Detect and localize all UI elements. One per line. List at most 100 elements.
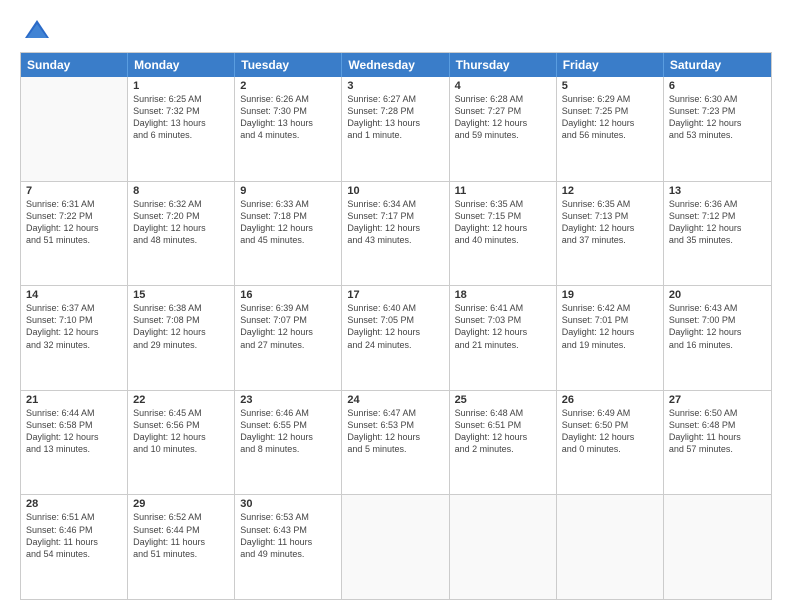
cell-info: Sunrise: 6:30 AM Sunset: 7:23 PM Dayligh…	[669, 93, 766, 142]
cell-date: 14	[26, 289, 122, 301]
calendar-cell	[664, 495, 771, 599]
cell-date: 2	[240, 80, 336, 92]
cell-info: Sunrise: 6:51 AM Sunset: 6:46 PM Dayligh…	[26, 511, 122, 560]
calendar-cell: 27Sunrise: 6:50 AM Sunset: 6:48 PM Dayli…	[664, 391, 771, 495]
calendar-cell	[342, 495, 449, 599]
calendar-cell: 10Sunrise: 6:34 AM Sunset: 7:17 PM Dayli…	[342, 182, 449, 286]
cell-date: 12	[562, 185, 658, 197]
cell-date: 6	[669, 80, 766, 92]
calendar-cell: 8Sunrise: 6:32 AM Sunset: 7:20 PM Daylig…	[128, 182, 235, 286]
cell-info: Sunrise: 6:49 AM Sunset: 6:50 PM Dayligh…	[562, 407, 658, 456]
calendar-cell: 23Sunrise: 6:46 AM Sunset: 6:55 PM Dayli…	[235, 391, 342, 495]
calendar-cell	[21, 77, 128, 181]
cell-info: Sunrise: 6:35 AM Sunset: 7:13 PM Dayligh…	[562, 198, 658, 247]
cell-info: Sunrise: 6:45 AM Sunset: 6:56 PM Dayligh…	[133, 407, 229, 456]
header-day-monday: Monday	[128, 53, 235, 77]
cell-info: Sunrise: 6:31 AM Sunset: 7:22 PM Dayligh…	[26, 198, 122, 247]
calendar-cell	[450, 495, 557, 599]
logo-icon	[23, 16, 51, 44]
calendar-cell: 6Sunrise: 6:30 AM Sunset: 7:23 PM Daylig…	[664, 77, 771, 181]
calendar-cell: 14Sunrise: 6:37 AM Sunset: 7:10 PM Dayli…	[21, 286, 128, 390]
cell-date: 21	[26, 394, 122, 406]
calendar-cell: 18Sunrise: 6:41 AM Sunset: 7:03 PM Dayli…	[450, 286, 557, 390]
calendar-cell: 21Sunrise: 6:44 AM Sunset: 6:58 PM Dayli…	[21, 391, 128, 495]
cell-date: 3	[347, 80, 443, 92]
calendar-cell	[557, 495, 664, 599]
calendar-cell: 25Sunrise: 6:48 AM Sunset: 6:51 PM Dayli…	[450, 391, 557, 495]
cell-date: 8	[133, 185, 229, 197]
calendar-cell: 7Sunrise: 6:31 AM Sunset: 7:22 PM Daylig…	[21, 182, 128, 286]
cell-date: 5	[562, 80, 658, 92]
cell-date: 29	[133, 498, 229, 510]
calendar-cell: 16Sunrise: 6:39 AM Sunset: 7:07 PM Dayli…	[235, 286, 342, 390]
header-day-wednesday: Wednesday	[342, 53, 449, 77]
cell-date: 11	[455, 185, 551, 197]
calendar-row-2: 7Sunrise: 6:31 AM Sunset: 7:22 PM Daylig…	[21, 182, 771, 287]
calendar-cell: 9Sunrise: 6:33 AM Sunset: 7:18 PM Daylig…	[235, 182, 342, 286]
calendar-row-4: 21Sunrise: 6:44 AM Sunset: 6:58 PM Dayli…	[21, 391, 771, 496]
calendar-row-5: 28Sunrise: 6:51 AM Sunset: 6:46 PM Dayli…	[21, 495, 771, 599]
calendar-cell: 17Sunrise: 6:40 AM Sunset: 7:05 PM Dayli…	[342, 286, 449, 390]
cell-date: 23	[240, 394, 336, 406]
calendar-cell: 2Sunrise: 6:26 AM Sunset: 7:30 PM Daylig…	[235, 77, 342, 181]
cell-info: Sunrise: 6:33 AM Sunset: 7:18 PM Dayligh…	[240, 198, 336, 247]
cell-info: Sunrise: 6:27 AM Sunset: 7:28 PM Dayligh…	[347, 93, 443, 142]
cell-info: Sunrise: 6:52 AM Sunset: 6:44 PM Dayligh…	[133, 511, 229, 560]
cell-date: 7	[26, 185, 122, 197]
cell-info: Sunrise: 6:41 AM Sunset: 7:03 PM Dayligh…	[455, 302, 551, 351]
calendar-cell: 19Sunrise: 6:42 AM Sunset: 7:01 PM Dayli…	[557, 286, 664, 390]
header-day-sunday: Sunday	[21, 53, 128, 77]
cell-date: 4	[455, 80, 551, 92]
cell-date: 24	[347, 394, 443, 406]
calendar-cell: 26Sunrise: 6:49 AM Sunset: 6:50 PM Dayli…	[557, 391, 664, 495]
cell-date: 15	[133, 289, 229, 301]
cell-info: Sunrise: 6:35 AM Sunset: 7:15 PM Dayligh…	[455, 198, 551, 247]
calendar-cell: 29Sunrise: 6:52 AM Sunset: 6:44 PM Dayli…	[128, 495, 235, 599]
calendar-cell: 5Sunrise: 6:29 AM Sunset: 7:25 PM Daylig…	[557, 77, 664, 181]
cell-date: 20	[669, 289, 766, 301]
cell-date: 17	[347, 289, 443, 301]
cell-info: Sunrise: 6:46 AM Sunset: 6:55 PM Dayligh…	[240, 407, 336, 456]
calendar: SundayMondayTuesdayWednesdayThursdayFrid…	[20, 52, 772, 600]
calendar-body: 1Sunrise: 6:25 AM Sunset: 7:32 PM Daylig…	[21, 77, 771, 599]
calendar-cell: 11Sunrise: 6:35 AM Sunset: 7:15 PM Dayli…	[450, 182, 557, 286]
cell-info: Sunrise: 6:25 AM Sunset: 7:32 PM Dayligh…	[133, 93, 229, 142]
cell-info: Sunrise: 6:36 AM Sunset: 7:12 PM Dayligh…	[669, 198, 766, 247]
cell-info: Sunrise: 6:38 AM Sunset: 7:08 PM Dayligh…	[133, 302, 229, 351]
cell-info: Sunrise: 6:34 AM Sunset: 7:17 PM Dayligh…	[347, 198, 443, 247]
cell-info: Sunrise: 6:40 AM Sunset: 7:05 PM Dayligh…	[347, 302, 443, 351]
cell-info: Sunrise: 6:50 AM Sunset: 6:48 PM Dayligh…	[669, 407, 766, 456]
calendar-cell: 3Sunrise: 6:27 AM Sunset: 7:28 PM Daylig…	[342, 77, 449, 181]
calendar-cell: 12Sunrise: 6:35 AM Sunset: 7:13 PM Dayli…	[557, 182, 664, 286]
header-day-saturday: Saturday	[664, 53, 771, 77]
cell-info: Sunrise: 6:28 AM Sunset: 7:27 PM Dayligh…	[455, 93, 551, 142]
calendar-cell: 1Sunrise: 6:25 AM Sunset: 7:32 PM Daylig…	[128, 77, 235, 181]
logo	[20, 18, 51, 44]
cell-info: Sunrise: 6:44 AM Sunset: 6:58 PM Dayligh…	[26, 407, 122, 456]
calendar-row-1: 1Sunrise: 6:25 AM Sunset: 7:32 PM Daylig…	[21, 77, 771, 182]
header	[20, 18, 772, 44]
page: SundayMondayTuesdayWednesdayThursdayFrid…	[0, 0, 792, 612]
cell-date: 26	[562, 394, 658, 406]
cell-date: 27	[669, 394, 766, 406]
header-day-tuesday: Tuesday	[235, 53, 342, 77]
calendar-cell: 22Sunrise: 6:45 AM Sunset: 6:56 PM Dayli…	[128, 391, 235, 495]
calendar-cell: 13Sunrise: 6:36 AM Sunset: 7:12 PM Dayli…	[664, 182, 771, 286]
cell-date: 30	[240, 498, 336, 510]
calendar-cell: 15Sunrise: 6:38 AM Sunset: 7:08 PM Dayli…	[128, 286, 235, 390]
cell-info: Sunrise: 6:26 AM Sunset: 7:30 PM Dayligh…	[240, 93, 336, 142]
cell-info: Sunrise: 6:32 AM Sunset: 7:20 PM Dayligh…	[133, 198, 229, 247]
cell-info: Sunrise: 6:39 AM Sunset: 7:07 PM Dayligh…	[240, 302, 336, 351]
cell-info: Sunrise: 6:43 AM Sunset: 7:00 PM Dayligh…	[669, 302, 766, 351]
calendar-cell: 20Sunrise: 6:43 AM Sunset: 7:00 PM Dayli…	[664, 286, 771, 390]
header-day-friday: Friday	[557, 53, 664, 77]
calendar-cell: 4Sunrise: 6:28 AM Sunset: 7:27 PM Daylig…	[450, 77, 557, 181]
cell-date: 1	[133, 80, 229, 92]
calendar-cell: 30Sunrise: 6:53 AM Sunset: 6:43 PM Dayli…	[235, 495, 342, 599]
cell-info: Sunrise: 6:42 AM Sunset: 7:01 PM Dayligh…	[562, 302, 658, 351]
cell-info: Sunrise: 6:47 AM Sunset: 6:53 PM Dayligh…	[347, 407, 443, 456]
cell-date: 13	[669, 185, 766, 197]
cell-info: Sunrise: 6:53 AM Sunset: 6:43 PM Dayligh…	[240, 511, 336, 560]
cell-date: 28	[26, 498, 122, 510]
cell-info: Sunrise: 6:37 AM Sunset: 7:10 PM Dayligh…	[26, 302, 122, 351]
